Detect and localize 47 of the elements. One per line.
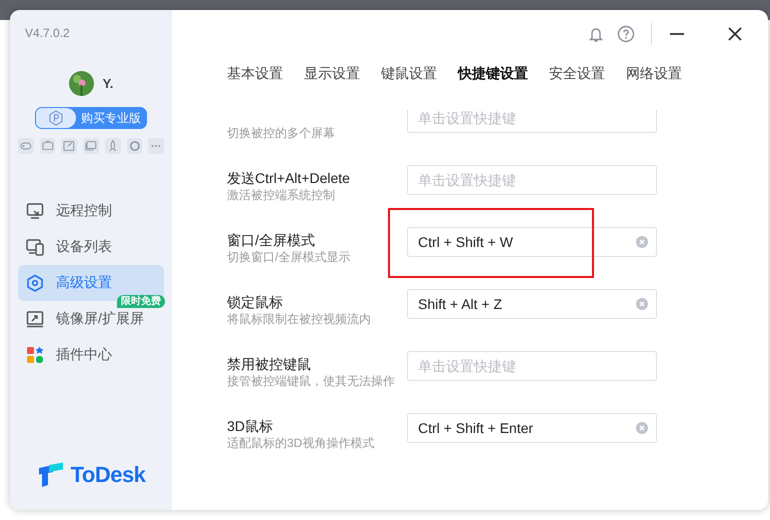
monitor-icon[interactable] [40,138,56,154]
settings-tab[interactable]: 快捷键设置 [458,65,528,83]
shortcut-title: 锁定鼠标 [227,293,284,311]
monitor-icon [26,202,44,220]
user-name: Y. [102,76,114,91]
brand-name: ToDesk [70,462,146,488]
devices-icon [26,238,44,256]
shortcut-description: 接管被控端键鼠，使其无法操作 [227,373,396,389]
shortcut-title: 禁用被控键鼠 [227,355,312,373]
close-icon[interactable] [726,25,744,43]
avatar [68,71,94,96]
shortcut-title: 发送Ctrl+Alt+Delete [227,169,351,187]
hexagon-p-icon [48,110,64,126]
shortcut-description: 激活被控端系统控制 [227,187,336,203]
clear-icon[interactable] [636,298,648,310]
shortcut-field[interactable]: 单击设置快捷键 [407,110,657,133]
free-badge: 限时免费 [117,295,165,308]
shortcut-field[interactable]: Shift + Alt + Z [407,289,657,319]
settings-tab[interactable]: 基本设置 [227,65,283,83]
clear-icon[interactable] [636,422,648,434]
nav-item[interactable]: 远程控制 [18,193,164,229]
shortcut-description: 适配鼠标的3D视角操作模式 [227,435,376,451]
window-icon[interactable] [83,138,99,154]
shortcut-title: 窗口/全屏模式 [227,231,316,249]
hexagon-icon [26,274,44,292]
shortcut-title: 3D鼠标 [227,417,274,435]
help-icon[interactable] [617,25,635,43]
shortcut-description: 将鼠标限制在被控视频流内 [227,311,372,327]
settings-tab[interactable]: 网络设置 [626,65,682,83]
shortcut-field[interactable]: 单击设置快捷键 [407,165,657,195]
tiles-icon [26,346,44,364]
ring-icon[interactable] [126,138,142,154]
shortcut-field[interactable]: Ctrl + Shift + W [407,227,657,257]
shortcut-description: 切换被控的多个屏幕 [227,125,336,141]
shortcut-field[interactable]: 单击设置快捷键 [407,351,657,381]
more-icon[interactable] [148,138,164,154]
todesk-logo-icon [36,462,65,488]
rocket-icon[interactable] [104,138,121,154]
version-label: V4.7.0.2 [25,26,70,40]
shortcut-description: 切换窗口/全屏模式显示 [227,249,352,265]
settings-tab[interactable]: 显示设置 [304,65,360,83]
clear-icon[interactable] [636,236,648,248]
settings-tab[interactable]: 安全设置 [549,65,605,83]
nav-item[interactable]: 设备列表 [18,229,164,265]
shortcut-field[interactable]: Ctrl + Shift + Enter [407,413,657,443]
settings-tab[interactable]: 键鼠设置 [381,65,437,83]
nav-item[interactable]: 插件中心 [18,337,164,373]
